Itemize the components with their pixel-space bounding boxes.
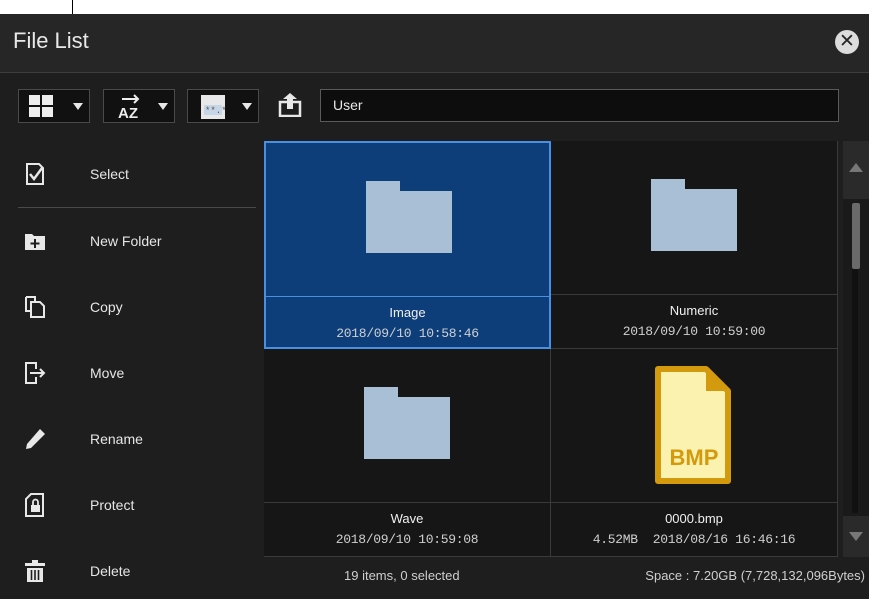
path-text: User: [333, 97, 363, 113]
chevron-down-icon: [158, 103, 168, 110]
tile-thumbnail: [551, 141, 837, 294]
sidebar-item-label: Select: [90, 166, 129, 182]
copy-icon: [25, 296, 45, 318]
file-tile-numeric[interactable]: Numeric 2018/09/10 10:59:00: [551, 141, 838, 349]
svg-text:**.*: **.*: [205, 106, 226, 116]
file-date: 2018/09/10 10:58:46: [336, 326, 479, 341]
file-name: Wave: [390, 511, 424, 526]
file-type-filter-icon: **.*: [201, 95, 226, 119]
chevron-down-icon: [73, 103, 83, 110]
dialog-title: File List: [13, 28, 89, 53]
sidebar-item-label: Rename: [90, 431, 143, 447]
tile-thumbnail: [264, 349, 550, 502]
sidebar-item-label: New Folder: [90, 233, 162, 249]
disk-space: Space : 7.20GB (7,728,132,096Bytes): [645, 568, 865, 583]
path-field[interactable]: User: [320, 89, 839, 122]
scroll-down-button[interactable]: [843, 516, 869, 557]
tile-info: 0000.bmp 4.52MB 2018/08/16 16:46:16: [551, 502, 837, 557]
sort-az-icon: AZ: [118, 94, 140, 120]
close-button[interactable]: ✕: [835, 30, 859, 54]
chevron-up-icon: [849, 163, 863, 172]
upload-folder-icon[interactable]: [278, 93, 302, 117]
scroll-up-button[interactable]: [843, 141, 869, 199]
sidebar-item-select[interactable]: Select: [18, 142, 256, 206]
svg-text:AZ: AZ: [118, 105, 138, 120]
view-mode-button[interactable]: [18, 89, 90, 123]
close-icon: ✕: [839, 31, 855, 52]
status-bar: 19 items, 0 selected Space : 7.20GB (7,7…: [264, 559, 869, 599]
file-list-dialog: File List ✕ AZ **.* User Select New Fold…: [0, 14, 869, 599]
vertical-scrollbar[interactable]: [843, 141, 869, 557]
sidebar-item-copy[interactable]: Copy: [18, 275, 256, 339]
new-folder-icon: [25, 234, 45, 250]
sidebar-item-new-folder[interactable]: New Folder: [18, 209, 256, 273]
pencil-icon: [26, 429, 45, 449]
tile-info: Numeric 2018/09/10 10:59:00: [551, 294, 837, 349]
file-tile-image[interactable]: Image 2018/09/10 10:58:46: [264, 141, 551, 349]
file-date: 2018/09/10 10:59:08: [335, 532, 479, 547]
tile-thumbnail: BMP: [551, 349, 837, 502]
move-icon: [25, 362, 46, 384]
tile-thumbnail: [266, 143, 549, 296]
sidebar-divider: [18, 207, 256, 208]
sidebar-item-rename[interactable]: Rename: [18, 407, 256, 471]
file-date: 2018/09/10 10:59:00: [622, 324, 766, 339]
toolbar: AZ **.* User: [0, 73, 869, 137]
sidebar-item-label: Copy: [90, 299, 123, 315]
file-tile-wave[interactable]: Wave 2018/09/10 10:59:08: [264, 349, 551, 557]
sidebar-item-label: Move: [90, 365, 125, 381]
file-name: Numeric: [669, 303, 719, 318]
chevron-down-icon: [242, 103, 252, 110]
sidebar-item-delete[interactable]: Delete: [18, 539, 256, 603]
trash-icon: [25, 560, 45, 582]
folder-icon: [364, 387, 450, 459]
sort-button[interactable]: AZ: [103, 89, 175, 123]
folder-icon: [651, 179, 737, 251]
sidebar-item-protect[interactable]: Protect: [18, 473, 256, 537]
file-size-date: 4.52MB 2018/08/16 16:46:16: [592, 532, 796, 547]
sidebar: Select New Folder Copy Move Rename Prote…: [0, 141, 262, 599]
checkbox-icon: [26, 163, 44, 185]
file-type-filter-button[interactable]: **.*: [187, 89, 259, 123]
grid-view-icon: [29, 95, 53, 117]
bmp-file-icon: BMP: [655, 366, 731, 484]
file-name: Image: [389, 305, 426, 320]
lock-file-icon: [25, 493, 44, 517]
tile-info: Wave 2018/09/10 10:59:08: [264, 502, 550, 557]
scroll-thumb[interactable]: [852, 203, 860, 269]
sidebar-item-label: Protect: [90, 497, 135, 513]
chevron-down-icon: [849, 532, 863, 541]
sidebar-item-move[interactable]: Move: [18, 341, 256, 405]
file-tile-bmp[interactable]: BMP 0000.bmp 4.52MB 2018/08/16 16:46:16: [551, 349, 838, 557]
bmp-badge: BMP: [670, 445, 719, 470]
file-name: 0000.bmp: [665, 511, 723, 526]
tile-info: Image 2018/09/10 10:58:46: [266, 296, 549, 351]
file-grid: Image 2018/09/10 10:58:46 Numeric 2018/0…: [264, 141, 840, 557]
title-bar: File List ✕: [0, 14, 869, 73]
sidebar-item-label: Delete: [90, 563, 131, 579]
item-count: 19 items, 0 selected: [344, 568, 460, 583]
folder-icon: [366, 181, 452, 253]
